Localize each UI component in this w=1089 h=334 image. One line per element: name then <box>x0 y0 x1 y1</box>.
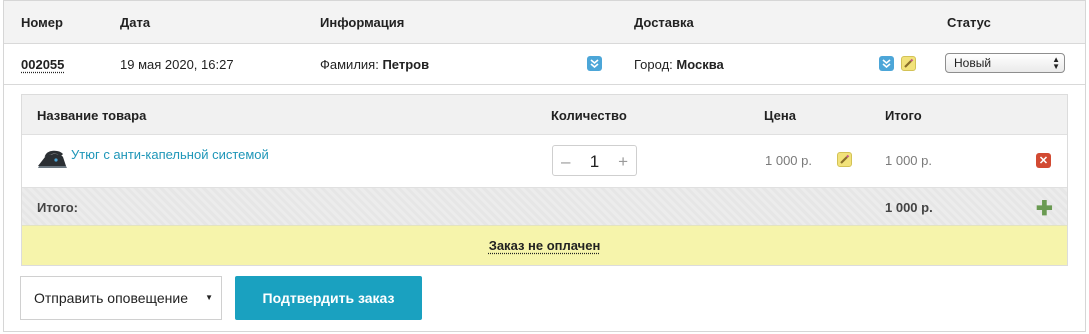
order-row: 002055 19 мая 2020, 16:27 Фамилия: Петро… <box>4 44 1085 85</box>
city-label: Город: <box>634 57 673 72</box>
confirm-order-button[interactable]: Подтвердить заказ <box>235 276 422 320</box>
payment-status-bar: Заказ не оплачен <box>22 226 1067 265</box>
col-header-info: Информация <box>320 15 405 30</box>
totals-label: Итого: <box>37 200 78 215</box>
col-header-price: Цена <box>764 108 796 123</box>
product-thumbnail <box>38 150 67 168</box>
pencil-glyph <box>904 58 914 68</box>
delivery-info: Город: Москва <box>634 57 724 72</box>
order-items-block: Название товара Количество Цена Итого Ут… <box>21 94 1068 266</box>
col-header-total: Итого <box>885 108 922 123</box>
order-panel: Номер Дата Информация Доставка Статус 00… <box>3 0 1086 332</box>
item-price: 1 000 р. <box>765 153 812 168</box>
totals-value: 1 000 р. <box>885 200 933 215</box>
chevron-double-down-glyph <box>590 59 599 68</box>
lastname-label: Фамилия: <box>320 57 379 72</box>
status-selected-value: Новый <box>954 56 992 70</box>
close-icon[interactable]: ✕ <box>1036 153 1051 168</box>
payment-status-link[interactable]: Заказ не оплачен <box>489 238 601 253</box>
select-arrows-icon: ▲ ▼ <box>1052 55 1060 71</box>
item-total: 1 000 р. <box>885 153 932 168</box>
items-table-header: Название товара Количество Цена Итого <box>22 95 1067 135</box>
increment-button[interactable]: + <box>618 152 628 172</box>
send-notification-dropdown[interactable]: Отправить оповещение ▼ <box>20 276 222 320</box>
order-number-link[interactable]: 002055 <box>21 57 64 72</box>
plus-icon[interactable]: ✚ <box>1036 199 1053 219</box>
col-header-date: Дата <box>120 15 151 30</box>
pencil-icon[interactable] <box>837 152 852 167</box>
send-notification-label: Отправить оповещение <box>34 290 189 306</box>
orders-table-header: Номер Дата Информация Доставка Статус <box>4 1 1085 44</box>
col-header-status: Статус <box>947 15 991 30</box>
chevron-double-down-icon[interactable] <box>587 56 602 71</box>
col-header-delivery: Доставка <box>634 15 694 30</box>
pencil-icon[interactable] <box>901 56 916 71</box>
chevron-double-down-icon[interactable] <box>879 56 894 71</box>
table-row: Утюг с анти-капельной системой – 1 + 1 0… <box>22 135 1067 188</box>
col-header-number: Номер <box>21 15 63 30</box>
city-value: Москва <box>676 57 724 72</box>
totals-row: Итого: 1 000 р. ✚ <box>22 188 1067 226</box>
product-link[interactable]: Утюг с анти-капельной системой <box>71 147 269 162</box>
status-select[interactable]: Новый ▲ ▼ <box>945 53 1065 73</box>
iron-icon <box>36 148 70 173</box>
customer-info: Фамилия: Петров <box>320 57 429 72</box>
lastname-value: Петров <box>382 57 430 72</box>
caret-down-icon: ▼ <box>205 293 213 302</box>
col-header-quantity: Количество <box>551 108 627 123</box>
order-date: 19 мая 2020, 16:27 <box>120 57 234 72</box>
quantity-stepper: – 1 + <box>552 145 637 176</box>
chevron-double-down-glyph <box>882 59 891 68</box>
col-header-product-name: Название товара <box>37 108 147 123</box>
pencil-glyph <box>840 154 850 164</box>
